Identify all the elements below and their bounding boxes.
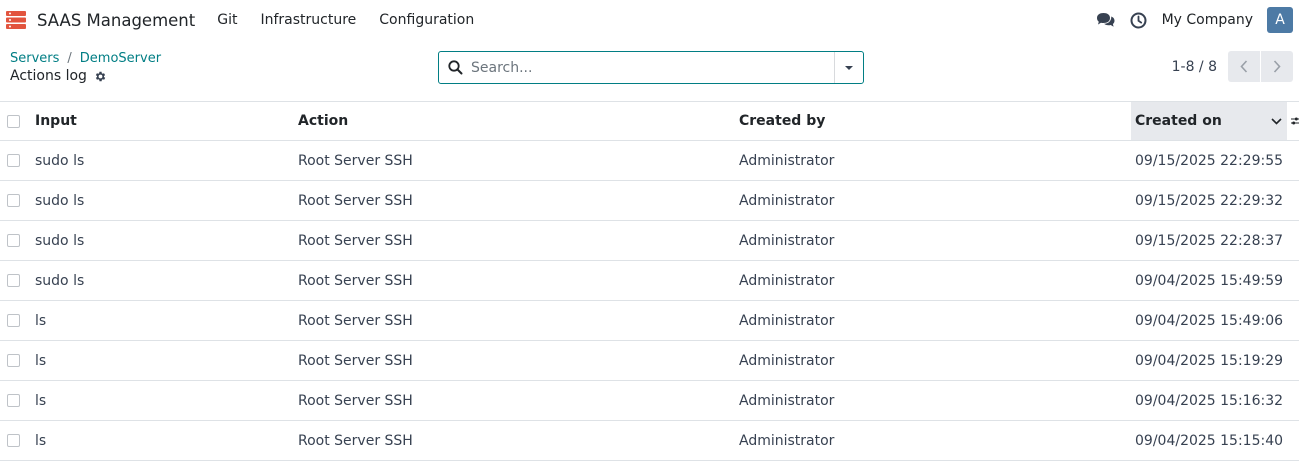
column-header-created-on[interactable]: Created on	[1131, 102, 1287, 140]
navbar-systray: My Company A	[1083, 7, 1293, 33]
cell-created-on: 09/04/2025 15:16:32	[1135, 392, 1284, 409]
cell-input: sudo ls	[35, 192, 85, 209]
cell-input: ls	[35, 432, 47, 449]
breadcrumb-demoserver[interactable]: DemoServer	[80, 51, 161, 66]
row-select-cell	[0, 194, 35, 207]
cell-created-by: Administrator	[739, 432, 835, 449]
pager: 1-8 / 8	[1172, 51, 1293, 82]
cell-created-on: 09/04/2025 15:49:59	[1135, 272, 1284, 289]
cell-created-on: 09/04/2025 15:49:06	[1135, 312, 1284, 329]
chat-icon[interactable]	[1096, 10, 1116, 30]
chevron-right-icon	[1273, 60, 1281, 73]
caret-down-icon	[845, 65, 853, 70]
row-checkbox[interactable]	[7, 354, 20, 367]
row-checkbox[interactable]	[7, 194, 20, 207]
pager-value[interactable]: 1-8 / 8	[1172, 59, 1217, 75]
breadcrumb-separator: /	[67, 51, 72, 66]
cell-created-by: Administrator	[739, 312, 835, 329]
app-logo-icon[interactable]	[6, 10, 26, 30]
company-switcher[interactable]: My Company	[1162, 12, 1253, 28]
app-name[interactable]: SAAS Management	[37, 11, 195, 30]
cell-created-by: Administrator	[739, 352, 835, 369]
column-header-input[interactable]: Input	[35, 113, 298, 129]
cell-created-by: Administrator	[739, 392, 835, 409]
cell-created-on: 09/04/2025 15:15:40	[1135, 432, 1284, 449]
table-row[interactable]: sudo ls Root Server SSH Administrator 09…	[0, 141, 1299, 181]
cell-created-on: 09/04/2025 15:19:29	[1135, 352, 1284, 369]
cell-input: ls	[35, 312, 47, 329]
actions-log-table: Input Action Created by Created on sudo …	[0, 101, 1299, 461]
row-checkbox[interactable]	[7, 274, 20, 287]
user-avatar[interactable]: A	[1267, 7, 1293, 33]
row-select-cell	[0, 394, 35, 407]
cell-created-by: Administrator	[739, 272, 835, 289]
search-icon	[439, 60, 471, 75]
cell-action: Root Server SSH	[298, 232, 413, 249]
table-header: Input Action Created by Created on	[0, 101, 1299, 141]
clock-icon[interactable]	[1129, 10, 1149, 30]
cell-action: Root Server SSH	[298, 192, 413, 209]
menu-item-git[interactable]: Git	[217, 12, 237, 28]
table-body: sudo ls Root Server SSH Administrator 09…	[0, 141, 1299, 461]
row-select-cell	[0, 234, 35, 247]
table-row[interactable]: sudo ls Root Server SSH Administrator 09…	[0, 181, 1299, 221]
row-select-cell	[0, 354, 35, 367]
column-header-action[interactable]: Action	[298, 113, 739, 129]
row-checkbox[interactable]	[7, 314, 20, 327]
cell-input: sudo ls	[35, 272, 85, 289]
cell-input: ls	[35, 392, 47, 409]
table-row[interactable]: ls Root Server SSH Administrator 09/04/2…	[0, 381, 1299, 421]
table-row[interactable]: ls Root Server SSH Administrator 09/04/2…	[0, 301, 1299, 341]
table-row[interactable]: sudo ls Root Server SSH Administrator 09…	[0, 221, 1299, 261]
cell-created-by: Administrator	[739, 152, 835, 169]
row-select-cell	[0, 314, 35, 327]
cell-created-by: Administrator	[739, 232, 835, 249]
row-select-cell	[0, 434, 35, 447]
breadcrumb: Servers / DemoServer	[10, 51, 161, 66]
page-title: Actions log	[10, 68, 87, 84]
breadcrumb-servers[interactable]: Servers	[10, 51, 59, 66]
page-title-wrap: Actions log	[10, 68, 107, 84]
row-select-cell	[0, 274, 35, 287]
menu-item-infrastructure[interactable]: Infrastructure	[260, 12, 356, 28]
cell-action: Root Server SSH	[298, 352, 413, 369]
cell-created-by: Administrator	[739, 192, 835, 209]
cell-input: sudo ls	[35, 152, 85, 169]
gear-icon[interactable]	[94, 70, 107, 83]
cell-created-on: 09/15/2025 22:28:37	[1135, 232, 1284, 249]
table-row[interactable]: sudo ls Root Server SSH Administrator 09…	[0, 261, 1299, 301]
select-all-checkbox[interactable]	[7, 114, 20, 128]
cell-action: Root Server SSH	[298, 312, 413, 329]
optional-columns-toggle[interactable]	[1287, 114, 1299, 128]
sort-descending-icon	[1271, 117, 1282, 125]
table-row[interactable]: ls Root Server SSH Administrator 09/04/2…	[0, 421, 1299, 461]
table-row[interactable]: ls Root Server SSH Administrator 09/04/2…	[0, 341, 1299, 381]
cell-created-on: 09/15/2025 22:29:32	[1135, 192, 1284, 209]
pager-previous-button[interactable]	[1228, 51, 1260, 82]
column-header-created-by[interactable]: Created by	[739, 113, 1131, 129]
search-bar	[438, 51, 864, 84]
cell-action: Root Server SSH	[298, 152, 413, 169]
search-options-toggle[interactable]	[834, 52, 863, 83]
sliders-icon	[1291, 117, 1299, 125]
row-checkbox[interactable]	[7, 394, 20, 407]
top-navbar: SAAS Management Git Infrastructure Confi…	[0, 0, 1299, 40]
chevron-left-icon	[1240, 60, 1248, 73]
row-select-cell	[0, 154, 35, 167]
column-header-created-on-label: Created on	[1135, 113, 1222, 129]
row-checkbox[interactable]	[7, 434, 20, 447]
cell-created-on: 09/15/2025 22:29:55	[1135, 152, 1284, 169]
control-panel: Servers / DemoServer Actions log 1-8 / 8	[0, 40, 1299, 101]
cell-action: Root Server SSH	[298, 272, 413, 289]
row-checkbox[interactable]	[7, 234, 20, 247]
pager-next-button[interactable]	[1261, 51, 1293, 82]
cell-action: Root Server SSH	[298, 392, 413, 409]
cell-input: sudo ls	[35, 232, 85, 249]
select-all-cell	[0, 114, 35, 128]
cell-action: Root Server SSH	[298, 432, 413, 449]
cell-input: ls	[35, 352, 47, 369]
search-input[interactable]	[471, 59, 834, 76]
row-checkbox[interactable]	[7, 154, 20, 167]
menu-item-configuration[interactable]: Configuration	[379, 12, 474, 28]
